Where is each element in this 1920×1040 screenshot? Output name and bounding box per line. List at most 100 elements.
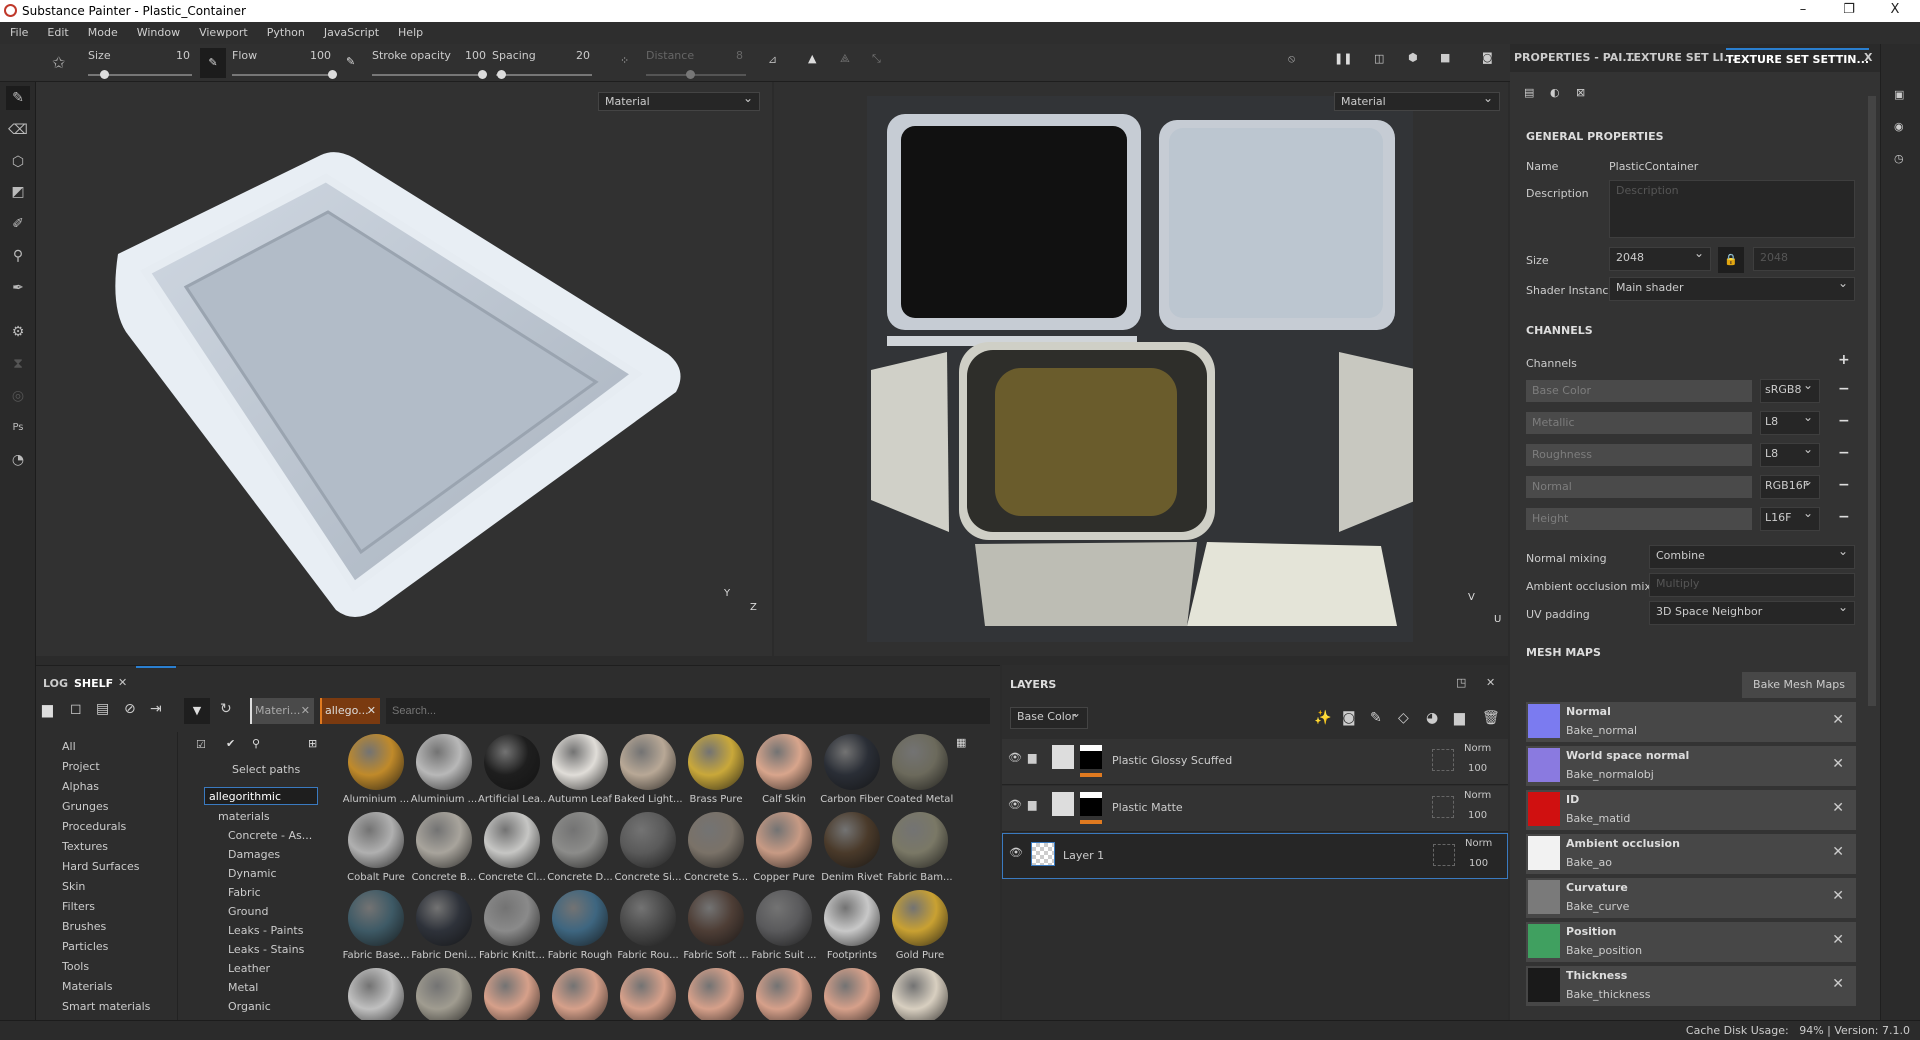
material-thumbnail[interactable]: [886, 968, 954, 1020]
substance-icon[interactable]: ⚙: [6, 320, 30, 344]
filter-chip-materials[interactable]: Materi... ✕: [250, 698, 314, 724]
tree-item[interactable]: Damages: [228, 848, 280, 861]
panel-close-button[interactable]: X: [1864, 48, 1872, 68]
material-thumbnail[interactable]: Autumn Leaf: [546, 734, 614, 812]
tree-item[interactable]: Concrete - As...: [228, 829, 312, 842]
material-thumbnail[interactable]: Cobalt Pure: [342, 812, 410, 890]
flow-value[interactable]: 100: [310, 49, 331, 62]
spacing-slider[interactable]: [496, 70, 592, 79]
add-paint-layer-icon[interactable]: ✎: [1370, 710, 1382, 726]
refresh-icon[interactable]: ↻: [220, 701, 232, 717]
mesh-map-row[interactable]: Thickness Bake_thickness ✕: [1526, 966, 1856, 1006]
stroke-opacity-value[interactable]: 100: [465, 49, 486, 62]
channel-format-dropdown[interactable]: L8: [1760, 410, 1820, 435]
material-thumbnail[interactable]: [546, 968, 614, 1020]
screenshot-icon[interactable]: ◙: [1482, 51, 1493, 64]
shelf-category-item[interactable]: Filters: [62, 900, 95, 913]
material-thumbnail[interactable]: Denim Rivet: [818, 812, 886, 890]
shelf-category-item[interactable]: Procedurals: [62, 820, 126, 833]
iray-icon[interactable]: ◔: [6, 448, 30, 472]
bake-icon[interactable]: ⧗: [6, 352, 30, 376]
material-thumbnail[interactable]: [478, 968, 546, 1020]
3d-viewport[interactable]: Material Y Z: [36, 82, 772, 656]
texture-set-icon[interactable]: ▤: [1524, 86, 1534, 99]
material-thumbnail[interactable]: [342, 968, 410, 1020]
material-thumbnail[interactable]: Aluminium ...: [410, 734, 478, 812]
remove-mesh-map-button[interactable]: ✕: [1832, 712, 1844, 728]
tree-item[interactable]: Leaks - Paints: [228, 924, 303, 937]
float-panel-icon[interactable]: ◳: [1456, 676, 1466, 689]
new-shelf-icon[interactable]: ◻: [70, 701, 82, 717]
material-thumbnail[interactable]: Aluminium ...: [342, 734, 410, 812]
visibility-eye-icon[interactable]: 👁: [1009, 846, 1023, 859]
mask-thumbnail[interactable]: [1080, 745, 1102, 769]
shelf-category-item[interactable]: Brushes: [62, 920, 106, 933]
material-thumbnail[interactable]: Gold Pure: [886, 890, 954, 968]
mesh-map-row[interactable]: ID Bake_matid ✕: [1526, 790, 1856, 830]
pause-icon[interactable]: ❚❚: [1334, 52, 1352, 65]
add-path-icon[interactable]: ⊞: [308, 737, 317, 750]
symmetry-options-icon[interactable]: ⟁: [840, 52, 850, 66]
remove-channel-button[interactable]: −: [1838, 413, 1850, 429]
shelf-search-input[interactable]: [386, 698, 990, 724]
shelf-close-button[interactable]: ✕: [118, 676, 127, 689]
material-thumbnail[interactable]: Concrete Cl...: [478, 812, 546, 890]
tab-log[interactable]: LOG: [43, 677, 68, 690]
tree-item[interactable]: Metal: [228, 981, 258, 994]
shelf-category-item[interactable]: Hard Surfaces: [62, 860, 139, 873]
eraser-icon[interactable]: ⌫: [6, 118, 30, 142]
layer-name[interactable]: Plastic Glossy Scuffed: [1112, 754, 1232, 767]
material-thumbnail[interactable]: [750, 968, 818, 1020]
shader-instance-dropdown[interactable]: Main shader: [1609, 276, 1855, 301]
polygon-fill-icon[interactable]: ◩: [6, 180, 30, 204]
description-input[interactable]: Description: [1609, 180, 1855, 238]
channel-format-dropdown[interactable]: RGB16F: [1760, 474, 1820, 499]
material-thumbnail[interactable]: Calf Skin: [750, 734, 818, 812]
remove-channel-button[interactable]: −: [1838, 509, 1850, 525]
slider-knob[interactable]: [328, 70, 337, 79]
uv-icon[interactable]: ⊠: [1576, 86, 1585, 99]
shelf-category-item[interactable]: All: [62, 740, 76, 753]
filter-chip-close[interactable]: ✕: [301, 704, 310, 717]
size-slider[interactable]: [88, 70, 192, 79]
menu-mode[interactable]: Mode: [78, 22, 127, 39]
remove-mesh-map-button[interactable]: ✕: [1832, 844, 1844, 860]
clone-stamp-icon[interactable]: ⚲: [6, 244, 30, 268]
channel-format-dropdown[interactable]: sRGB8: [1760, 378, 1820, 403]
history-icon[interactable]: ◷: [1894, 152, 1904, 165]
shelf-category-item[interactable]: Particles: [62, 940, 108, 953]
tree-root-allegorithmic[interactable]: allegorithmic: [204, 787, 318, 805]
uv-padding-dropdown[interactable]: 3D Space Neighbor: [1649, 600, 1855, 625]
shader-settings-icon[interactable]: ◉: [1894, 120, 1904, 133]
smudge-icon[interactable]: ✐: [6, 212, 30, 236]
close-button[interactable]: X: [1880, 2, 1910, 17]
material-thumbnail[interactable]: [410, 968, 478, 1020]
split-view-icon[interactable]: ◫: [1374, 52, 1384, 65]
add-smart-material-icon[interactable]: ◕: [1426, 710, 1438, 726]
size-dropdown[interactable]: 2048: [1609, 246, 1711, 271]
tab-texture-set-list[interactable]: TEXTURE SET LI...: [1626, 48, 1736, 68]
shelf-category-item[interactable]: Skin: [62, 880, 85, 893]
material-thumbnail[interactable]: [682, 968, 750, 1020]
material-thumbnail[interactable]: Concrete B...: [410, 812, 478, 890]
filter-icon[interactable]: ▼: [184, 698, 210, 724]
layer-name[interactable]: Plastic Matte: [1112, 801, 1183, 814]
display-settings-icon[interactable]: ▣: [1894, 88, 1904, 101]
shelf-category-item[interactable]: Tools: [62, 960, 89, 973]
remove-channel-button[interactable]: −: [1838, 477, 1850, 493]
material-thumbnail[interactable]: Fabric Rough: [546, 890, 614, 968]
maximize-button[interactable]: ❐: [1834, 2, 1864, 17]
flow-pen-pressure-icon[interactable]: ✎: [200, 48, 226, 78]
material-thumbnail[interactable]: Footprints: [818, 890, 886, 968]
add-effect-icon[interactable]: ✨: [1314, 710, 1331, 726]
layer-row[interactable]: 👁 ▆ Plastic Matte Norm 100: [1002, 786, 1508, 832]
material-thumbnail[interactable]: Concrete D...: [546, 812, 614, 890]
folder-icon[interactable]: ▆: [42, 702, 53, 718]
channel-format-dropdown[interactable]: L16F: [1760, 506, 1820, 531]
add-channel-button[interactable]: +: [1838, 352, 1850, 368]
remove-mesh-map-button[interactable]: ✕: [1832, 800, 1844, 816]
material-thumbnail[interactable]: Brass Pure: [682, 734, 750, 812]
hide-icon[interactable]: ⊘: [124, 701, 136, 717]
remove-mesh-map-button[interactable]: ✕: [1832, 932, 1844, 948]
mesh-map-row[interactable]: Curvature Bake_curve ✕: [1526, 878, 1856, 918]
